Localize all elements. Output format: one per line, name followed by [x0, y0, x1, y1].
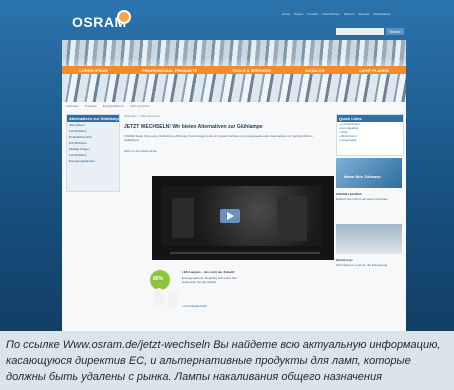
top-link[interactable]: Unternehmen: [322, 12, 340, 16]
osram-logo-icon: [117, 10, 131, 24]
nav-item[interactable]: LICHT PLANEN: [359, 68, 388, 73]
page-title: JETZT WECHSELN! Wir bieten Alternativen …: [124, 124, 263, 130]
search-input[interactable]: [336, 28, 384, 35]
right-section-text: Informationen rund um die Entsorgung.: [336, 263, 389, 267]
search-button[interactable]: Suche: [386, 28, 404, 35]
video-progress-bar[interactable]: [170, 252, 320, 254]
top-link[interactable]: Deutschland: [373, 12, 390, 16]
right-section-image: [336, 224, 402, 254]
breadcrumb-item[interactable]: Produkte: [85, 104, 97, 108]
promo-title: LED-Lampen – das Licht der Zukunft: [182, 270, 235, 274]
promo-link[interactable]: » Produktübersicht: [182, 304, 207, 308]
video-player[interactable]: [152, 176, 334, 260]
right-section-title: Global Care: [336, 258, 353, 262]
breadcrumb: Startseite Produkte Energieeffizienz Jet…: [66, 104, 150, 108]
section-banner-image: [62, 74, 406, 102]
top-links: Home Presse Kontakt Unternehmen Karriere…: [282, 12, 390, 16]
left-sidebar-heading: Alternativen zur Glühlampe: [67, 115, 119, 122]
nav-item[interactable]: KATALOG: [306, 68, 325, 73]
left-sidebar: Alternativen zur Glühlampe Alternativen …: [66, 114, 120, 192]
caption-text: По ссылке Www.osram.de/jetzt-wechseln Вы…: [6, 339, 441, 383]
content-breadcrumb: Startseite > Jetzt wechseln: [124, 114, 160, 118]
quick-links-box: Quick Links » Lampenfinder » Energielabe…: [336, 114, 404, 156]
breadcrumb-item[interactable]: Energieeffizienz: [103, 104, 124, 108]
promo-image-text: Ideen fürs Zuhause: [344, 174, 381, 179]
quick-link[interactable]: » Downloads: [337, 138, 403, 142]
top-link[interactable]: Karriere: [344, 12, 355, 16]
top-link[interactable]: Home: [282, 12, 290, 16]
breadcrumb-item[interactable]: Startseite: [66, 104, 79, 108]
nav-item[interactable]: TOOLS & SERVICES: [232, 68, 271, 73]
intro-paragraph: OSRAM bietet Ihnen eine Vielzahl an effi…: [124, 134, 313, 142]
video-scene-shape: [277, 196, 307, 241]
website-screenshot: OSRAM Home Presse Kontakt Unternehmen Ka…: [0, 0, 454, 331]
sidebar-item[interactable]: Energiesparlampen: [67, 158, 119, 164]
led-bulb-image: [168, 290, 178, 308]
top-link[interactable]: Sitemap: [358, 12, 369, 16]
alternatives-link[interactable]: Mehr zu den Alternativen: [124, 149, 157, 153]
breadcrumb-item[interactable]: Jetzt wechseln: [130, 104, 150, 108]
quick-links-heading: Quick Links: [337, 115, 403, 122]
top-link[interactable]: Presse: [294, 12, 303, 16]
nav-item[interactable]: LOREM IPSUM: [79, 68, 107, 73]
video-scene-shape: [172, 198, 194, 238]
top-link[interactable]: Kontakt: [307, 12, 317, 16]
right-section-title: OSRAM LichtWelt: [336, 192, 362, 196]
led-bulb-image: [154, 288, 164, 306]
promo-image[interactable]: [336, 158, 402, 188]
promo-text: Energiesparend, langlebig und sofort hel…: [182, 276, 238, 284]
main-nav: LOREM IPSUM PROFESSIONAL PRODUKTE TOOLS …: [62, 66, 406, 74]
right-section-text: Erleben Sie Licht in all seinen Facetten…: [336, 197, 389, 201]
nav-item[interactable]: PROFESSIONAL PRODUKTE: [142, 68, 197, 73]
header-banner-image: [62, 40, 406, 66]
play-icon[interactable]: [220, 209, 240, 223]
savings-badge-text: 85%: [153, 276, 164, 282]
